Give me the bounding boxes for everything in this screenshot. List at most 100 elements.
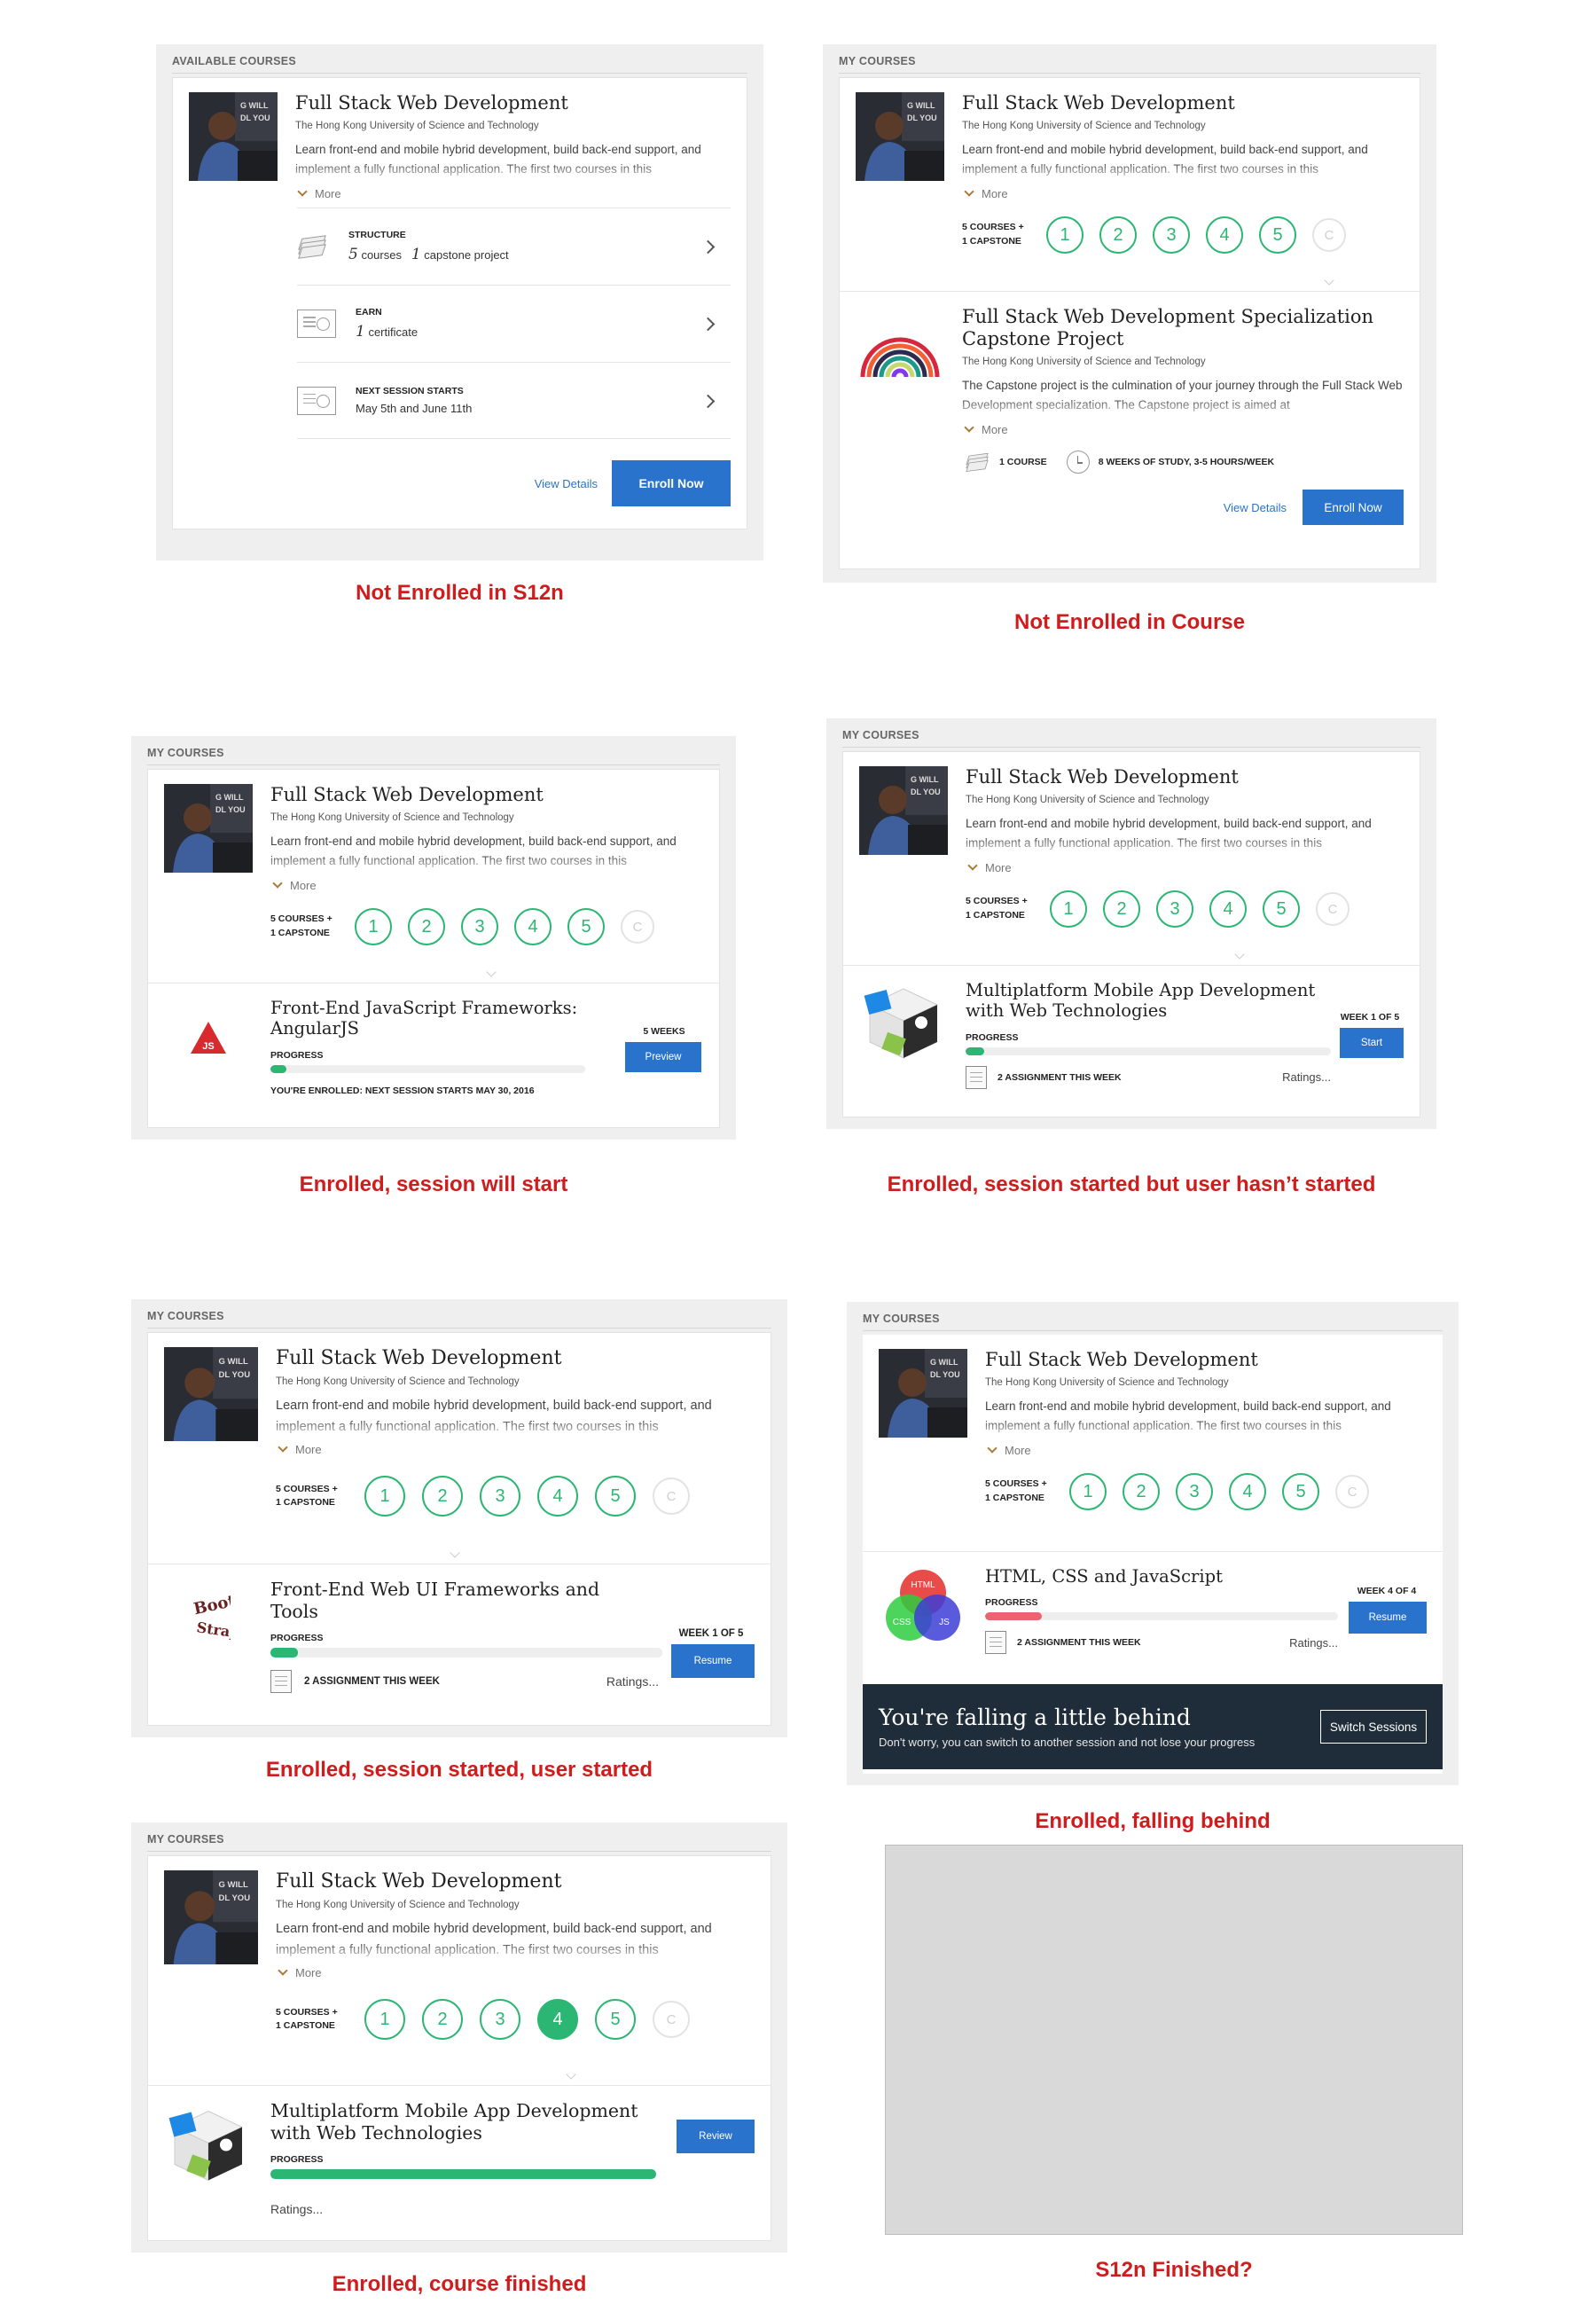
more-toggle[interactable]: More [270,878,703,892]
course-step-3[interactable]: 3 [1153,216,1190,255]
course-thumbnail: G WILL DL YOU [164,1347,258,1441]
assignments-count: 2 ASSIGNMENT THIS WEEK [998,1071,1122,1083]
course-title[interactable]: Full Stack Web Development [270,784,703,806]
course-title[interactable]: Full Stack Web Development [276,1347,755,1370]
specialization-progress: 5 COURSES +1 CAPSTONE 1 2 3 4 5 C [270,908,703,946]
progress-label: 5 COURSES +1 CAPSTONE [985,1478,1047,1504]
enroll-now-button[interactable]: Enroll Now [612,460,731,507]
enroll-now-button[interactable]: Enroll Now [1303,490,1404,526]
course-step-4[interactable]: 4 [1229,1473,1266,1511]
course-duration: 5 WEEKS [643,1026,685,1037]
course-module-title[interactable]: Front-End JavaScript Frameworks: Angular… [270,998,625,1039]
course-step-5[interactable]: 5 [595,1476,636,1517]
course-card: G WILL DL YOU Full Stack Web Development … [147,769,720,1128]
assignments-count: 2 ASSIGNMENT THIS WEEK [1017,1637,1141,1649]
course-step-2[interactable]: 2 [1103,890,1140,929]
next-session-row[interactable]: NEXT SESSION STARTS May 5th and June 11t… [297,362,731,440]
course-title[interactable]: Full Stack Web Development [276,1870,755,1893]
course-step-3[interactable]: 3 [1156,890,1193,929]
more-label: More [295,1966,322,1980]
course-step-3[interactable]: 3 [461,908,498,946]
ratings[interactable]: Ratings... [270,2202,673,2216]
earn-row[interactable]: EARN 1 certificate [297,285,731,362]
course-module-title[interactable]: Multiplatform Mobile App Development wit… [966,980,1336,1022]
course-title[interactable]: Full Stack Web Development [966,766,1404,788]
course-step-4[interactable]: 4 [537,1476,578,1517]
selected-step-caret [1324,275,1334,286]
venn-html-label: HTML [911,1580,935,1590]
clock-icon [1066,451,1090,474]
venn-css-label: CSS [893,1618,911,1627]
structure-label: STRUCTURE [348,230,406,241]
more-toggle[interactable]: More [276,1442,755,1456]
capstone-step[interactable]: C [653,1477,690,1516]
more-toggle[interactable]: More [966,860,1404,874]
ratings[interactable]: Ratings... [1282,1070,1331,1084]
panel-header: MY COURSES [147,1310,771,1329]
course-step-4[interactable]: 4 [1209,890,1247,929]
resume-button[interactable]: Resume [1349,1602,1427,1634]
svg-text:G WILL: G WILL [240,101,269,110]
course-step-2[interactable]: 2 [1099,216,1137,255]
course-module-title[interactable]: HTML, CSS and JavaScript [985,1566,1347,1587]
course-step-4[interactable]: 4 [1206,216,1243,255]
svg-text:DL YOU: DL YOU [911,788,941,796]
more-toggle[interactable]: More [985,1443,1427,1457]
capstone-step[interactable]: C [621,910,654,944]
review-button[interactable]: Review [677,2120,755,2153]
structure-capstone-num: 1 [411,246,421,264]
specialization-progress: 5 COURSES +1 CAPSTONE 1 2 3 4 5 C [962,216,1404,255]
structure-row[interactable]: STRUCTURE 5 courses 1 capstone project [297,208,731,285]
course-module-title[interactable]: Front-End Web UI Frameworks and Tools [270,1579,643,1622]
course-step-2[interactable]: 2 [408,908,445,946]
more-toggle[interactable]: More [962,186,1404,200]
course-step-2[interactable]: 2 [422,1476,463,1517]
course-step-1[interactable]: 1 [364,1999,405,2041]
course-step-1[interactable]: 1 [364,1476,405,1517]
calendar-certificate-icon [297,386,336,415]
capstone-step[interactable]: C [1335,1475,1369,1509]
earn-num: 1 [356,323,365,341]
ratings[interactable]: Ratings... [606,1674,659,1689]
course-step-2[interactable]: 2 [1123,1473,1160,1511]
course-title[interactable]: Full Stack Web Development [985,1349,1427,1371]
capstone-step[interactable]: C [653,2001,690,2039]
caption: Enrolled, falling behind [1035,1809,1271,1833]
switch-sessions-button[interactable]: Switch Sessions [1320,1710,1427,1744]
more-toggle[interactable]: More [962,422,1404,436]
capstone-title[interactable]: Full Stack Web Development Specializatio… [962,306,1404,350]
course-step-5[interactable]: 5 [1259,216,1296,255]
course-title[interactable]: Full Stack Web Development [295,92,731,114]
week-indicator: WEEK 1 OF 5 [1340,1012,1400,1023]
course-step-5[interactable]: 5 [567,908,605,946]
week-indicator: WEEK 1 OF 5 [678,1628,744,1639]
course-step-3[interactable]: 3 [480,1999,520,2041]
view-details-link[interactable]: View Details [1224,501,1287,514]
course-step-4[interactable]: 4 [514,908,552,946]
course-step-3[interactable]: 3 [480,1476,520,1517]
course-module-title[interactable]: Multiplatform Mobile App Development wit… [270,2100,673,2144]
enrolled-note: YOU'RE ENROLLED: NEXT SESSION STARTS MAY… [270,1085,535,1096]
course-step-2[interactable]: 2 [422,1999,463,2041]
more-toggle[interactable]: More [276,1965,755,1980]
course-step-5[interactable]: 5 [1263,890,1300,929]
start-button[interactable]: Start [1340,1028,1404,1058]
course-step-1[interactable]: 1 [1050,890,1087,929]
more-toggle[interactable]: More [295,186,731,200]
capstone-step[interactable]: C [1312,218,1346,253]
view-details-link[interactable]: View Details [535,477,598,490]
course-title[interactable]: Full Stack Web Development [962,92,1404,114]
preview-button[interactable]: Preview [625,1042,701,1072]
panel-session-started-user-started: MY COURSES G WILL DL YOU Full Stack Web D… [131,1299,787,1737]
resume-button[interactable]: Resume [671,1644,755,1678]
capstone-step[interactable]: C [1316,892,1350,927]
course-step-1[interactable]: 1 [1069,1473,1107,1511]
course-step-5[interactable]: 5 [595,1999,636,2041]
course-step-1[interactable]: 1 [355,908,392,946]
course-step-5[interactable]: 5 [1282,1473,1319,1511]
course-description: Learn front-end and mobile hybrid develo… [966,817,1372,850]
course-step-1[interactable]: 1 [1046,216,1084,255]
ratings[interactable]: Ratings... [1289,1636,1338,1650]
course-step-4[interactable]: 4 [537,1999,578,2041]
course-step-3[interactable]: 3 [1176,1473,1213,1511]
